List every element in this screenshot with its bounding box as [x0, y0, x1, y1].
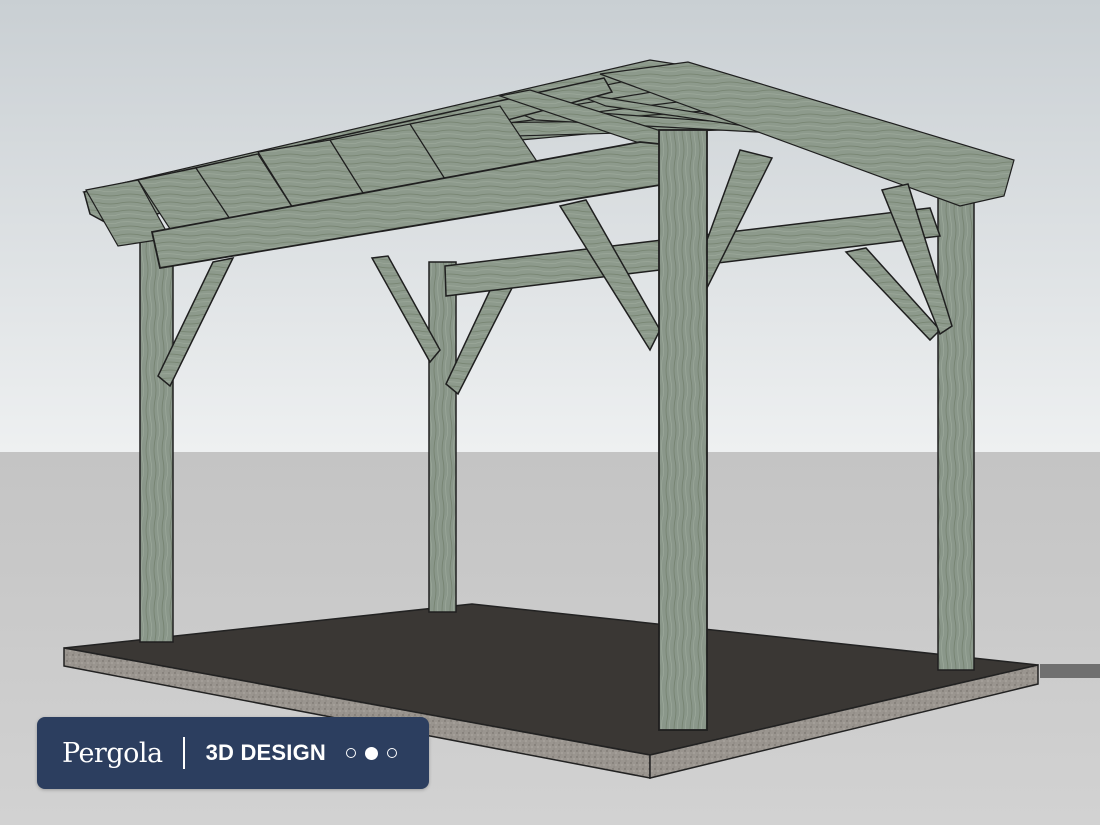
- post-front: [658, 129, 708, 731]
- post-right: [937, 197, 975, 671]
- carousel-dot-3[interactable]: [387, 748, 398, 758]
- view-label: 3D DESIGN: [205, 740, 327, 765]
- pergola-3d-model-view: [0, 0, 1100, 825]
- brand-name: Pergola: [62, 737, 163, 769]
- design-viewport: Pergola 3D DESIGN: [0, 0, 1100, 825]
- project-badge: Pergola 3D DESIGN: [37, 717, 429, 789]
- carousel-dot-2[interactable]: [365, 746, 379, 760]
- badge-divider: [182, 737, 185, 769]
- carousel-dot-1[interactable]: [346, 748, 357, 758]
- carousel-indicator: [346, 746, 406, 760]
- horizon-rail: [1040, 664, 1100, 678]
